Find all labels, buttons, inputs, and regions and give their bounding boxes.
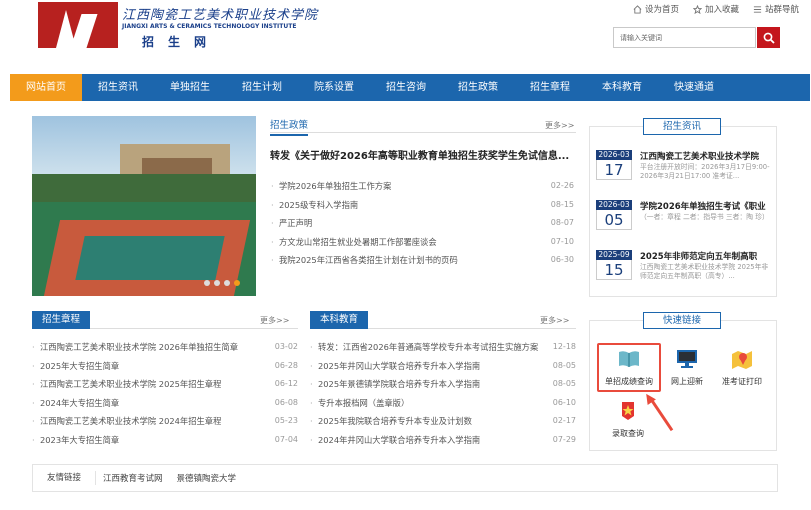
- charter-list: 江西陶瓷工艺美术职业技术学院 2026年单独招生简章03-02 2025年大专招…: [32, 338, 298, 449]
- menu-icon: [753, 5, 762, 13]
- quick-links-title[interactable]: 快速链接: [643, 312, 721, 329]
- search-input[interactable]: 请输入关键词: [613, 27, 756, 48]
- highlight-box: [597, 343, 661, 392]
- info-item-desc: 平台注册开放时间：2026年3月17日9:00-2026年3月21日17:00 …: [640, 163, 770, 180]
- nav-departments[interactable]: 院系设置: [298, 74, 370, 101]
- list-item[interactable]: 2024年大专招生简章06-08: [32, 394, 298, 413]
- admission-ticket-link[interactable]: 准考证打印: [716, 348, 768, 387]
- undergrad-more-link[interactable]: 更多>>: [540, 315, 569, 326]
- home-icon: [633, 4, 642, 14]
- school-name-en: JIANGXI ARTS & CERAMICS TECHNOLOGY INSTI…: [122, 23, 297, 30]
- nav-consult[interactable]: 招生咨询: [370, 74, 442, 101]
- map-pin-icon: [732, 351, 752, 369]
- friend-link[interactable]: 江西教育考试网: [96, 472, 170, 484]
- info-item[interactable]: 2026-03 17 江西陶瓷工艺美术职业技术学院 平台注册开放时间：2026年3…: [596, 150, 774, 188]
- online-welcome-label: 网上迎新: [671, 377, 703, 386]
- charter-more-link[interactable]: 更多>>: [260, 315, 289, 326]
- list-item[interactable]: 2025年井冈山大学联合培养专升本入学指南08-05: [310, 357, 576, 376]
- list-item[interactable]: 2025年大专招生简章06-28: [32, 357, 298, 376]
- monitor-icon: [677, 350, 697, 368]
- site-group-link[interactable]: 站群导航: [753, 3, 799, 15]
- list-item[interactable]: 2025年我院联合培养专升本专业及计划数02-17: [310, 412, 576, 431]
- slider-dots[interactable]: [204, 280, 240, 286]
- site-subtitle: 招生网: [142, 35, 221, 49]
- list-item[interactable]: 我院2025年江西省各类招生计划在计划书的页码06-30: [271, 251, 574, 270]
- set-homepage-link[interactable]: 设为首页: [633, 3, 679, 15]
- search-button[interactable]: [757, 27, 780, 48]
- star-badge-icon: [622, 402, 634, 420]
- school-name-cn: 江西陶瓷工艺美术职业技术学院: [122, 8, 319, 23]
- add-favorite-label: 加入收藏: [704, 5, 739, 15]
- nav-admission-news[interactable]: 招生资讯: [82, 74, 154, 101]
- info-item[interactable]: 2025-09 15 2025年非师范定向五年制高职 江西陶瓷工艺美术职业技术学院…: [596, 250, 774, 288]
- policy-tab[interactable]: 招生政策: [270, 117, 309, 136]
- undergrad-list: 转发：江西省2026年普通高等学校专升本考试招生实施方案12-18 2025年井…: [310, 338, 576, 449]
- friend-links-bar: 友情链接 江西教育考试网 景德镇陶瓷大学: [32, 464, 778, 492]
- list-item[interactable]: 2025级专科入学指南08-15: [271, 196, 574, 215]
- nav-single-enrollment[interactable]: 单独招生: [154, 74, 226, 101]
- admission-ticket-label: 准考证打印: [722, 377, 762, 386]
- info-item-desc: （一者：章程 二者：指导书 三者：陶 珍）: [640, 213, 769, 221]
- list-item[interactable]: 2025年景德镇学院联合培养专升本入学指南08-05: [310, 375, 576, 394]
- nav-quick-access[interactable]: 快速通道: [658, 74, 730, 101]
- list-item[interactable]: 江西陶瓷工艺美术职业技术学院 2026年单独招生简章03-02: [32, 338, 298, 357]
- main-nav: 网站首页 招生资讯 单独招生 招生计划 院系设置 招生咨询 招生政策 招生章程 …: [10, 74, 810, 101]
- admission-result-label: 录取查询: [612, 429, 644, 438]
- date-badge: 2026-03 17: [596, 150, 632, 180]
- policy-list: 学院2026年单独招生工作方案02-26 2025级专科入学指南08-15 严正…: [271, 177, 574, 270]
- online-welcome-link[interactable]: 网上迎新: [664, 348, 710, 387]
- campus-photo-slider[interactable]: [32, 116, 256, 296]
- policy-headline[interactable]: 转发《关于做好2026年高等职业教育单独招生获奖学生免试信息...: [270, 147, 575, 162]
- list-item[interactable]: 严正声明08-07: [271, 214, 574, 233]
- info-item-title[interactable]: 学院2026年单独招生考试《职业: [640, 200, 774, 212]
- nav-home[interactable]: 网站首页: [10, 74, 82, 101]
- admission-result-link[interactable]: 录取查询: [600, 400, 656, 439]
- policy-more-link[interactable]: 更多>>: [545, 120, 574, 131]
- list-item[interactable]: 转发：江西省2026年普通高等学校专升本考试招生实施方案12-18: [310, 338, 576, 357]
- info-item-desc: 江西陶瓷工艺美术职业技术学院 2025年非师范定向五年制高职（高专）...: [640, 263, 769, 280]
- list-item[interactable]: 学院2026年单独招生工作方案02-26: [271, 177, 574, 196]
- date-badge: 2026-03 05: [596, 200, 632, 230]
- school-logo[interactable]: [38, 2, 118, 48]
- nav-charter[interactable]: 招生章程: [514, 74, 586, 101]
- top-links: 设为首页 加入收藏 站群导航: [633, 3, 799, 15]
- info-item[interactable]: 2026-03 05 学院2026年单独招生考试《职业 （一者：章程 二者：指导书…: [596, 200, 774, 238]
- list-item[interactable]: 2023年大专招生简章07-04: [32, 431, 298, 450]
- nav-undergrad[interactable]: 本科教育: [586, 74, 658, 101]
- friend-links-label: 友情链接: [33, 471, 97, 485]
- list-item[interactable]: 2024年井冈山大学联合培养专升本入学指南07-29: [310, 431, 576, 450]
- nav-enrollment-plan[interactable]: 招生计划: [226, 74, 298, 101]
- charter-title[interactable]: 招生章程: [32, 311, 91, 329]
- admission-info-title[interactable]: 招生资讯: [643, 118, 721, 135]
- add-favorite-link[interactable]: 加入收藏: [692, 3, 739, 15]
- search-icon: [763, 32, 775, 44]
- info-item-title[interactable]: 江西陶瓷工艺美术职业技术学院: [640, 150, 774, 162]
- friend-link[interactable]: 景德镇陶瓷大学: [170, 472, 244, 484]
- nav-policy[interactable]: 招生政策: [442, 74, 514, 101]
- date-badge: 2025-09 15: [596, 250, 632, 280]
- info-item-title[interactable]: 2025年非师范定向五年制高职: [640, 250, 774, 262]
- list-item[interactable]: 专升本报档网（盖章版）06-10: [310, 394, 576, 413]
- undergrad-title[interactable]: 本科教育: [310, 311, 369, 329]
- list-item[interactable]: 江西陶瓷工艺美术职业技术学院 2025年招生章程06-12: [32, 375, 298, 394]
- set-homepage-label: 设为首页: [644, 5, 679, 15]
- divider: [270, 132, 576, 133]
- list-item[interactable]: 方文龙山常招生就业处暑期工作部署座谈会07-10: [271, 233, 574, 252]
- list-item[interactable]: 江西陶瓷工艺美术职业技术学院 2024年招生章程05-23: [32, 412, 298, 431]
- star-outline-icon: [692, 4, 702, 14]
- site-group-label: 站群导航: [764, 5, 799, 15]
